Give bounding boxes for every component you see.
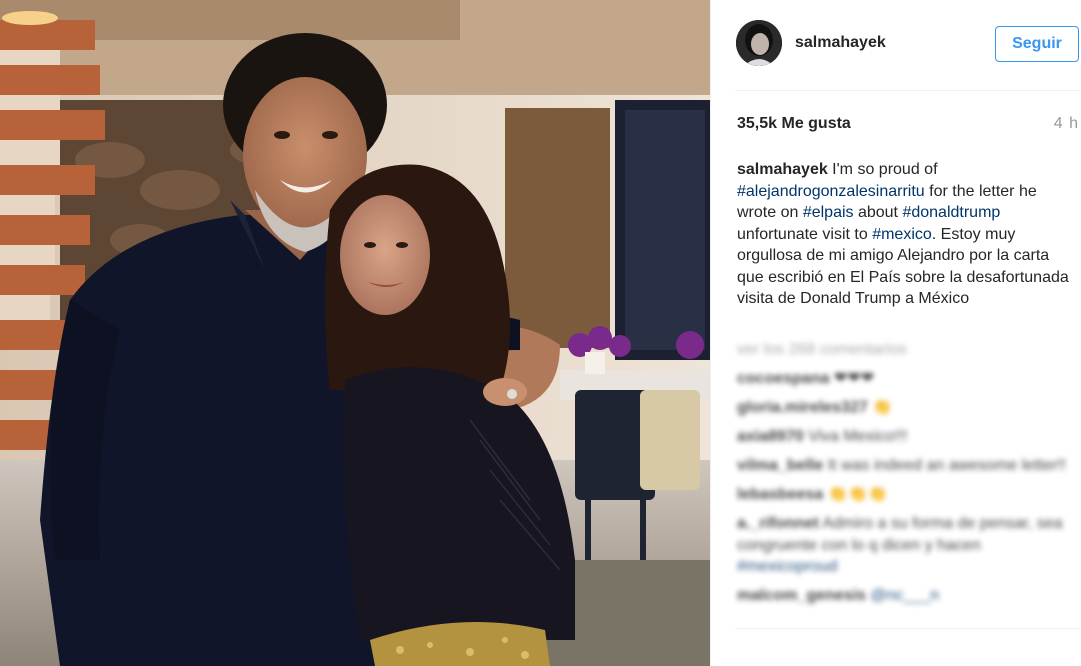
hashtag-link[interactable]: #mexicoproud <box>737 558 838 575</box>
post-caption: salmahayek I'm so proud of #alejandrogon… <box>737 159 1069 310</box>
hashtag-link[interactable]: #donaldtrump <box>902 204 1000 221</box>
post-header: salmahayek Seguir <box>711 0 1081 90</box>
mention-link[interactable]: @nc___n <box>870 587 939 604</box>
caption-text: unfortunate visit to <box>737 225 873 243</box>
caption-username[interactable]: salmahayek <box>737 161 828 178</box>
username-link[interactable]: salmahayek <box>795 34 886 52</box>
comment-item: lebasbeesa 👏👏👏 <box>737 484 1079 506</box>
follow-button[interactable]: Seguir <box>995 26 1079 62</box>
comment-text: Viva Mexico!!! <box>803 428 908 445</box>
comment-item: axia8970 Viva Mexico!!! <box>737 426 1079 448</box>
comment-text: It was indeed an awesome letter!! <box>823 457 1067 474</box>
comment-username[interactable]: gloria.mireles327 <box>737 399 868 416</box>
post-details-panel: salmahayek Seguir 35,5k Me gusta 4 h sal… <box>710 0 1081 666</box>
photo-illustration <box>0 0 710 666</box>
comments-list: ver los 268 comentarios cocoespana ❤❤❤ g… <box>737 339 1079 614</box>
comment-username[interactable]: vilma_belle <box>737 457 823 474</box>
caption-text: about <box>853 204 903 221</box>
comment-item: gloria.mireles327 👏 <box>737 397 1079 419</box>
load-more-comments[interactable]: ver los 268 comentarios <box>737 339 1079 361</box>
comment-text: ❤❤❤ <box>829 370 875 387</box>
comment-item: malcom_genesis @nc___n <box>737 585 1079 607</box>
comments-divider <box>735 628 1079 629</box>
likes-row: 35,5k Me gusta 4 h <box>737 115 1079 137</box>
avatar[interactable] <box>736 20 782 66</box>
hashtag-link[interactable]: #elpais <box>803 204 854 221</box>
hashtag-link[interactable]: #mexico <box>872 226 932 243</box>
comment-item: cocoespana ❤❤❤ <box>737 368 1079 390</box>
comment-text: 👏👏👏 <box>823 486 888 503</box>
caption-text: I'm so proud of <box>827 161 938 178</box>
comment-username[interactable]: axia8970 <box>737 428 804 445</box>
comment-username[interactable]: cocoespana <box>737 370 829 387</box>
post-timestamp[interactable]: 4 h <box>1054 115 1079 133</box>
comment-username[interactable]: malcom_genesis <box>737 587 866 604</box>
comment-username[interactable]: a._rifonnet <box>737 515 819 532</box>
comment-item: a._rifonnet Admiro a su forma de pensar,… <box>737 513 1079 578</box>
comment-text: 👏 <box>867 399 893 416</box>
hashtag-link[interactable]: #alejandrogonzalesinarritu <box>737 183 925 200</box>
comment-item: vilma_belle It was indeed an awesome let… <box>737 455 1079 477</box>
header-divider <box>735 90 1079 91</box>
likes-count[interactable]: 35,5k Me gusta <box>737 115 851 133</box>
post-photo[interactable] <box>0 0 710 666</box>
comment-username[interactable]: lebasbeesa <box>737 486 823 503</box>
avatar-image <box>736 20 782 66</box>
